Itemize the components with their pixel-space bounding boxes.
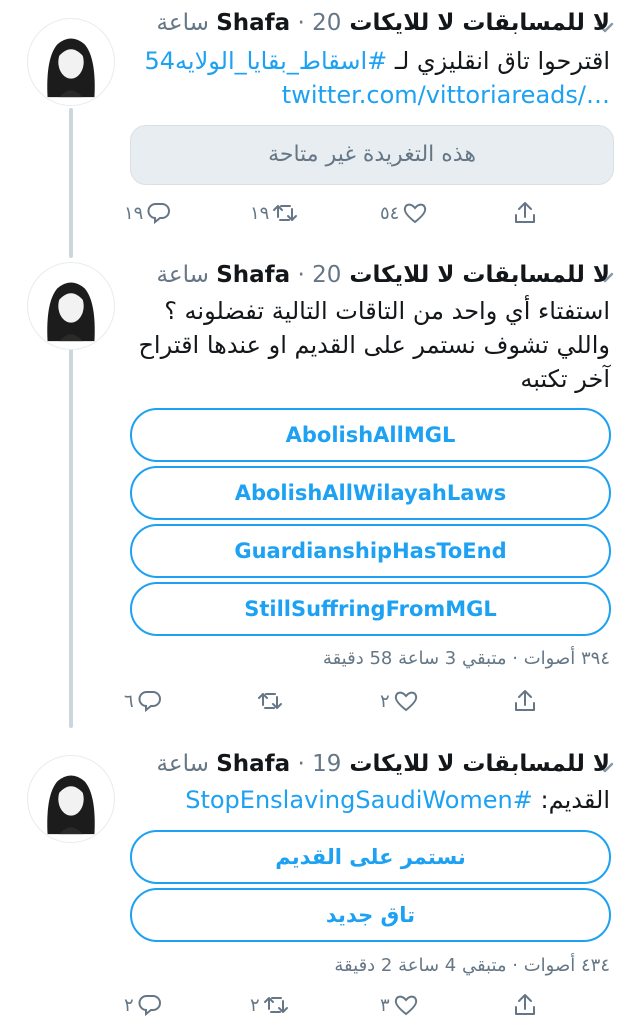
- reply-button[interactable]: ٦: [124, 688, 163, 714]
- poll-option[interactable]: GuardianshipHasToEnd: [130, 524, 611, 578]
- tweet-body: القديم:: [540, 786, 610, 814]
- tweet[interactable]: لا للمسابقات لا للايكات Shafa · 20 ساعة …: [0, 0, 640, 240]
- poll-option[interactable]: StillSuffringFromMGL: [130, 582, 611, 636]
- avatar[interactable]: [27, 18, 115, 106]
- author-name[interactable]: لا للمسابقات لا للايكات Shafa: [216, 751, 610, 777]
- retweet-count: ٢: [250, 994, 260, 1016]
- tweet-line: استفتاء أي واحد من التاقات التالية تفضلو…: [164, 297, 610, 325]
- avatar[interactable]: [27, 755, 115, 843]
- tweet-text: استفتاء أي واحد من التاقات التالية تفضلو…: [130, 294, 610, 396]
- like-button[interactable]: ٣: [380, 992, 419, 1018]
- retweet-icon: [263, 997, 288, 1013]
- unavailable-quote: هذه التغريدة غير متاحة: [130, 125, 614, 185]
- poll-meta: ٣٩٤ أصوات · متبقي 3 ساعة 58 دقيقة: [322, 648, 610, 669]
- share-icon: [515, 690, 535, 711]
- like-button[interactable]: ٢: [380, 688, 419, 714]
- reply-icon: [147, 203, 171, 225]
- hashtag-link[interactable]: #StopEnslavingSaudiWomen: [185, 786, 533, 814]
- reply-button[interactable]: ١٩: [124, 200, 172, 226]
- like-icon: [394, 691, 417, 712]
- separator: ·: [297, 751, 313, 777]
- reply-count: ١٩: [124, 202, 144, 224]
- share-button[interactable]: [512, 992, 538, 1018]
- author-name[interactable]: لا للمسابقات لا للايكات Shafa: [216, 262, 610, 288]
- separator: ·: [297, 262, 313, 288]
- tweet-line: واللي تشوف نستمر على القديم او عندها اقت…: [138, 331, 610, 359]
- retweet-button[interactable]: ١٩: [250, 200, 298, 226]
- tweet-text: اقترحوا تاق انقليزي لـ #اسقاط_بقايا_الول…: [130, 44, 610, 112]
- reply-count: ٦: [124, 690, 134, 712]
- retweet-count: ١٩: [250, 202, 270, 224]
- tweet[interactable]: لا للمسابقات لا للايكات Shafa · 20 ساعة …: [0, 250, 640, 730]
- poll-option[interactable]: AbolishAllMGL: [130, 408, 611, 462]
- like-button[interactable]: ٥٤: [380, 200, 428, 226]
- separator: ·: [297, 10, 313, 36]
- url-link[interactable]: …/twitter.com/vittoriareads: [130, 78, 610, 112]
- tweet-header: لا للمسابقات لا للايكات Shafa · 19 ساعة: [130, 749, 610, 779]
- share-icon: [515, 202, 535, 223]
- author-name[interactable]: لا للمسابقات لا للايكات Shafa: [216, 10, 610, 36]
- retweet-icon: [273, 205, 298, 221]
- poll-option[interactable]: نستمر على القديم: [130, 830, 611, 884]
- hashtag-link[interactable]: #اسقاط_بقايا_الولايه54: [144, 47, 387, 75]
- tweet-line: آخر تكتبه: [520, 365, 610, 393]
- tweet-header: لا للمسابقات لا للايكات Shafa · 20 ساعة: [130, 260, 610, 290]
- share-button[interactable]: [512, 688, 538, 714]
- like-icon: [404, 203, 427, 224]
- poll-meta: ٤٣٤ أصوات · متبقي 4 ساعة 2 دقيقة: [334, 955, 610, 976]
- tweet[interactable]: لا للمسابقات لا للايكات Shafa · 19 ساعة …: [0, 740, 640, 1023]
- share-button[interactable]: [512, 200, 538, 226]
- poll-option[interactable]: AbolishAllWilayahLaws: [130, 466, 611, 520]
- like-count: ٢: [380, 690, 390, 712]
- retweet-button[interactable]: ٢: [250, 992, 289, 1018]
- reply-count: ٢: [124, 994, 134, 1016]
- tweet-body: اقترحوا تاق انقليزي لـ: [387, 47, 610, 75]
- like-count: ٣: [380, 994, 390, 1016]
- tweet-text: القديم: #StopEnslavingSaudiWomen: [130, 783, 610, 817]
- poll-option[interactable]: تاق جديد: [130, 888, 611, 942]
- share-icon: [515, 994, 535, 1015]
- like-icon: [394, 995, 417, 1016]
- tweet-header: لا للمسابقات لا للايكات Shafa · 20 ساعة: [130, 8, 610, 38]
- retweet-icon: [258, 693, 282, 709]
- reply-icon: [138, 995, 161, 1017]
- avatar[interactable]: [27, 262, 115, 350]
- reply-button[interactable]: ٢: [124, 992, 163, 1018]
- reply-icon: [138, 691, 161, 713]
- retweet-button[interactable]: [254, 688, 283, 714]
- like-count: ٥٤: [380, 202, 400, 224]
